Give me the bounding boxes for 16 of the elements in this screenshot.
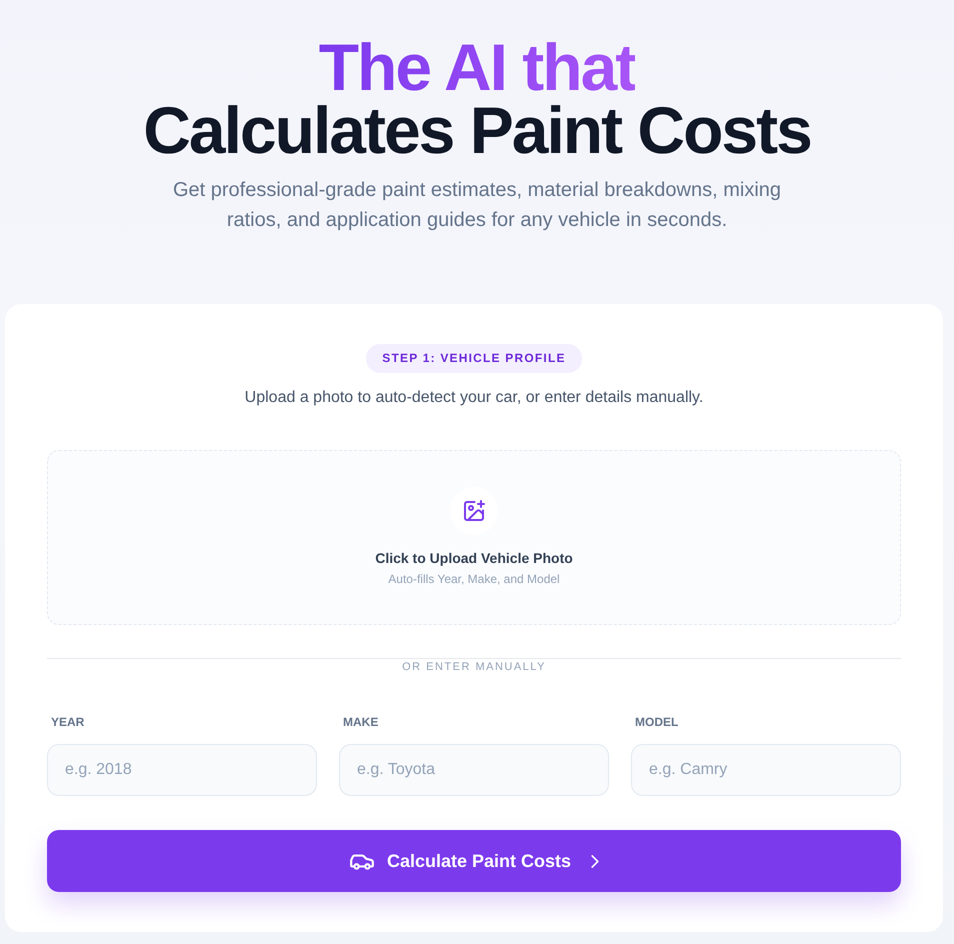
upload-hint: Auto-fills Year, Make, and Model xyxy=(388,571,560,587)
field-label: YEAR xyxy=(51,715,84,729)
field-label: MODEL xyxy=(635,715,678,729)
upload-title: Click to Upload Vehicle Photo xyxy=(375,549,573,567)
chevron-right-icon xyxy=(591,854,600,868)
input-field[interactable]: e.g. 2018 xyxy=(47,744,317,796)
input-field[interactable]: e.g. Toyota xyxy=(339,744,609,796)
divider-label: OR ENTER MANUALLY xyxy=(402,660,546,674)
instructions-text: Upload a photo to auto-detect your car, or enter details manually. xyxy=(244,388,704,408)
headline: Calculates Paint Costs xyxy=(143,99,811,162)
step-badge: STEP 1: VEHICLE PROFILE xyxy=(366,344,582,373)
field-label: MAKE xyxy=(343,715,378,729)
calculate-button[interactable]: Calculate Paint Costs xyxy=(47,830,901,892)
subtitle: Get professional-grade paint estimates, material breakdowns, mixing ratios, and application guides for any vehicle in seconds. xyxy=(172,178,782,233)
upload-dropzone[interactable]: Click to Upload Vehicle Photo Auto-fills Year, Make, and Model xyxy=(47,450,901,625)
input-field[interactable]: e.g. Camry xyxy=(631,744,901,796)
